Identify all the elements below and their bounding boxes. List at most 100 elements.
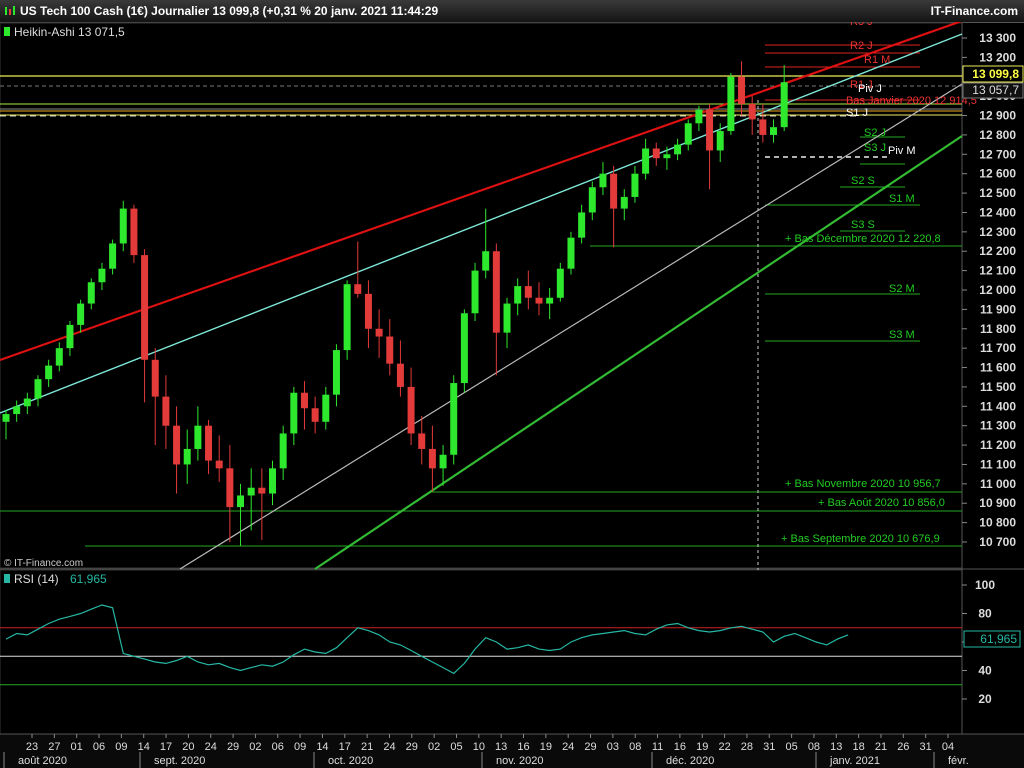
candle-body xyxy=(706,109,714,151)
candle-body xyxy=(130,208,138,256)
candle-body xyxy=(343,284,351,351)
rsi-tick-label: 80 xyxy=(978,607,992,621)
price-tick-label: 12 300 xyxy=(979,225,1016,239)
brand-name[interactable]: IT-Finance.com xyxy=(931,4,1018,18)
candle-body xyxy=(98,268,106,283)
time-tick-label: 05 xyxy=(785,741,797,753)
last-price-value: 13 099,8 xyxy=(972,67,1019,81)
time-tick-label: 09 xyxy=(294,741,306,753)
time-tick-label: 17 xyxy=(160,741,172,753)
candle-body xyxy=(194,425,202,449)
candle-body xyxy=(269,468,276,494)
candle-body xyxy=(45,365,53,380)
rsi-badge-value: 61,965 xyxy=(980,632,1017,646)
candle-body xyxy=(354,284,362,294)
time-tick-label: 08 xyxy=(629,741,641,753)
time-tick-label: 19 xyxy=(540,741,552,753)
s2-j-label: S2 J xyxy=(864,127,886,139)
candle-body xyxy=(482,251,490,271)
month-label: nov. 2020 xyxy=(496,755,544,767)
candle-body xyxy=(652,148,660,159)
rsi-legend-label: RSI (14) xyxy=(14,572,59,586)
time-tick-label: 01 xyxy=(71,741,83,753)
price-tick-label: 11 700 xyxy=(980,341,1016,355)
candle-body xyxy=(620,196,628,209)
candle-body xyxy=(279,433,287,469)
time-tick-label: 21 xyxy=(361,741,373,753)
rsi-tick-label: 40 xyxy=(978,664,992,678)
bas-septembre-label: + Bas Septembre 2020 10 676,9 xyxy=(781,533,940,545)
time-tick-label: 02 xyxy=(428,741,440,753)
candle-body xyxy=(610,173,618,209)
candle-body xyxy=(439,454,447,469)
time-tick-label: 23 xyxy=(26,741,38,753)
candle-body xyxy=(226,468,234,508)
s3-s-label: S3 S xyxy=(851,219,875,231)
candle-body xyxy=(258,487,266,494)
time-tick-label: 24 xyxy=(383,741,395,753)
candle-body xyxy=(418,433,426,449)
candle-body xyxy=(173,425,181,465)
watermark-text: © IT-Finance.com xyxy=(4,558,83,569)
candle-body xyxy=(684,123,692,145)
candle-body xyxy=(514,286,522,304)
candle-body xyxy=(66,324,74,349)
candle-body xyxy=(332,350,340,395)
s1-m-label: S1 M xyxy=(889,193,915,205)
candle-body xyxy=(770,127,778,135)
time-tick-label: 29 xyxy=(406,741,418,753)
candle-body xyxy=(364,293,372,329)
price-tick-label: 13 200 xyxy=(979,50,1016,64)
r3-j-label: R3 J xyxy=(850,22,873,28)
time-tick-label: 02 xyxy=(249,741,261,753)
candle-body xyxy=(535,297,543,304)
candle-body xyxy=(578,212,586,238)
candle-body xyxy=(151,359,159,397)
price-tick-label: 11 300 xyxy=(980,419,1016,433)
candle-body xyxy=(428,448,436,469)
candle-body xyxy=(162,396,170,426)
candle-body xyxy=(738,76,746,104)
candle-body xyxy=(141,255,149,360)
candle-body xyxy=(599,173,607,188)
price-tick-label: 12 000 xyxy=(979,283,1016,297)
candle-body xyxy=(546,297,554,304)
chart-window: US Tech 100 Cash (1€) Journalier 13 099,… xyxy=(0,0,1024,768)
time-tick-label: 31 xyxy=(763,741,775,753)
candle-body xyxy=(55,348,63,366)
candle-body xyxy=(588,187,596,213)
price-tick-label: 10 900 xyxy=(979,496,1016,510)
month-label: oct. 2020 xyxy=(328,755,373,767)
time-tick-label: 06 xyxy=(272,741,284,753)
time-tick-label: 14 xyxy=(138,741,150,753)
title-bar: US Tech 100 Cash (1€) Journalier 13 099,… xyxy=(0,0,1024,23)
candle-body xyxy=(460,313,468,384)
heikin-legend-swatch xyxy=(4,27,10,36)
candle-body xyxy=(205,425,213,461)
candle-body xyxy=(183,448,191,465)
time-tick-label: 05 xyxy=(450,741,462,753)
s2-s-label: S2 S xyxy=(851,175,875,187)
candle-body xyxy=(674,144,682,155)
candle-body xyxy=(695,109,703,124)
piv-j-label: Piv J xyxy=(858,83,882,95)
candle-body xyxy=(631,173,639,197)
chart-canvas[interactable]: 10 700 10 800 10 900 11 000 11 100 11 200 11 3… xyxy=(0,22,1024,768)
time-tick-label: 24 xyxy=(562,741,574,753)
candle-body xyxy=(663,154,671,159)
price-tick-label: 10 800 xyxy=(979,516,1016,530)
price-tick-label: 11 500 xyxy=(980,380,1016,394)
candle-body xyxy=(23,398,31,407)
price-tick-label: 12 500 xyxy=(979,186,1016,200)
price-tick-label: 12 100 xyxy=(979,264,1016,278)
price-tick-label: 11 600 xyxy=(980,361,1016,375)
time-tick-label: 21 xyxy=(875,741,887,753)
time-tick-label: 13 xyxy=(830,741,842,753)
candle-body xyxy=(567,237,575,269)
chart-window-icon xyxy=(5,6,15,15)
price-tick-label: 11 100 xyxy=(980,457,1016,471)
candle-body xyxy=(780,82,788,128)
candle-body xyxy=(407,386,415,434)
candle-body xyxy=(322,394,330,422)
time-tick-label: 17 xyxy=(339,741,351,753)
